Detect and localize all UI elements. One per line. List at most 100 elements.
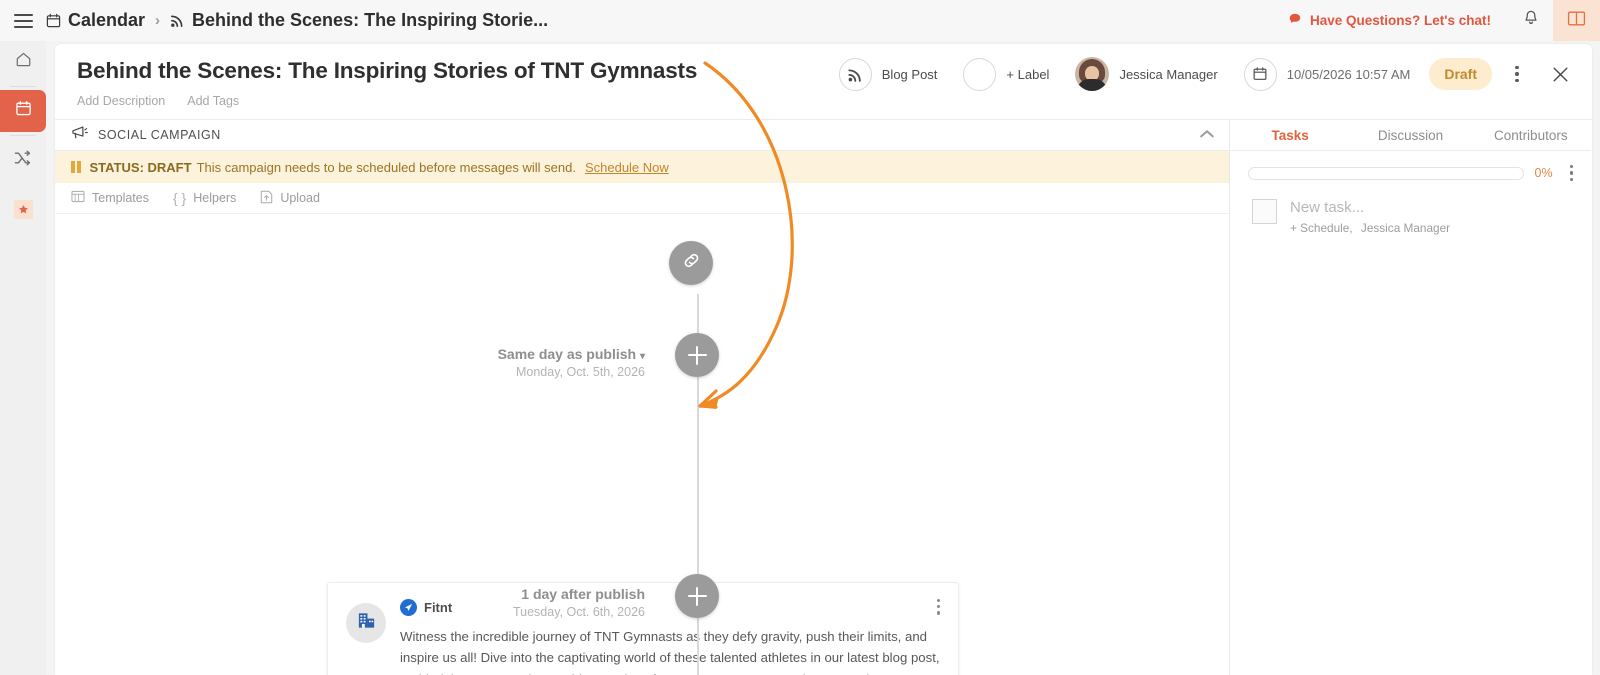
templates-button[interactable]: Templates bbox=[71, 190, 149, 206]
header-actions: Blog Post + Label Jessica Manager 1 bbox=[826, 56, 1578, 92]
knowledge-base-button[interactable] bbox=[1553, 0, 1600, 41]
chevron-up-icon[interactable] bbox=[1199, 126, 1215, 144]
timeline-label-1: Same day as publish ▾ Monday, Oct. 5th, … bbox=[355, 346, 645, 379]
link-icon bbox=[681, 250, 702, 276]
top-bar-actions: Have Questions? Let's chat! bbox=[1288, 0, 1600, 41]
bell-icon[interactable] bbox=[1509, 10, 1553, 32]
progress-bar bbox=[1248, 167, 1524, 180]
rail-divider bbox=[10, 135, 36, 136]
add-description-link[interactable]: Add Description bbox=[77, 94, 165, 108]
left-rail bbox=[0, 41, 46, 675]
book-open-icon bbox=[1567, 10, 1586, 32]
timeline-label-main[interactable]: Same day as publish ▾ bbox=[355, 346, 645, 362]
megaphone-icon bbox=[71, 125, 88, 145]
kebab-icon[interactable] bbox=[1564, 165, 1573, 181]
composer-toolbar: Templates { } Helpers Upload bbox=[55, 183, 1229, 214]
side-panel: Tasks Discussion Contributors 0% New tas… bbox=[1230, 120, 1591, 675]
top-bar: Calendar › Behind the Scenes: The Inspir… bbox=[0, 0, 1600, 41]
tab-discussion[interactable]: Discussion bbox=[1350, 128, 1470, 143]
calendar-icon bbox=[1244, 58, 1277, 91]
page-title: Behind the Scenes: The Inspiring Stories… bbox=[77, 58, 697, 84]
breadcrumb-separator: › bbox=[155, 12, 160, 29]
pause-icon bbox=[71, 161, 81, 173]
empty-circle-icon bbox=[963, 58, 996, 91]
helpers-label: Helpers bbox=[193, 191, 236, 205]
social-campaign-pane: SOCIAL CAMPAIGN STATUS: DRAFT This campa… bbox=[55, 120, 1230, 675]
kebab-icon[interactable] bbox=[1500, 57, 1534, 91]
chat-support-label: Have Questions? Let's chat! bbox=[1310, 13, 1491, 28]
helpers-button[interactable]: { } Helpers bbox=[173, 190, 236, 206]
breadcrumb: Calendar › Behind the Scenes: The Inspir… bbox=[46, 10, 548, 31]
add-message-button-2[interactable] bbox=[675, 574, 719, 618]
schedule-now-link[interactable]: Schedule Now bbox=[585, 160, 669, 175]
breadcrumb-item-post[interactable]: Behind the Scenes: The Inspiring Storie.… bbox=[170, 10, 548, 31]
close-icon[interactable] bbox=[1542, 56, 1578, 92]
timeline-label-text: 1 day after publish bbox=[521, 586, 645, 602]
rail-divider bbox=[10, 86, 36, 87]
status-banner-message: This campaign needs to be scheduled befo… bbox=[197, 160, 576, 175]
new-task-row: New task... + Schedule, Jessica Manager bbox=[1230, 181, 1591, 235]
task-assignee[interactable]: Jessica Manager bbox=[1361, 221, 1450, 235]
timeline-label-main[interactable]: 1 day after publish bbox=[355, 586, 645, 602]
chat-bubble-icon bbox=[1288, 12, 1302, 29]
plus-icon-vertical bbox=[696, 346, 699, 365]
breadcrumb-item-calendar[interactable]: Calendar bbox=[46, 10, 145, 31]
content-detail-card: Behind the Scenes: The Inspiring Stories… bbox=[55, 44, 1592, 675]
new-task-body: New task... + Schedule, Jessica Manager bbox=[1290, 199, 1450, 235]
publish-date: 10/05/2026 10:57 AM bbox=[1287, 67, 1411, 82]
timeline-label-2: 1 day after publish Tuesday, Oct. 6th, 2… bbox=[355, 586, 645, 619]
bookmark-star-icon bbox=[14, 200, 33, 219]
plus-icon-vertical bbox=[696, 587, 699, 606]
calendar-icon bbox=[46, 13, 61, 28]
status-banner-label: STATUS: DRAFT bbox=[90, 160, 192, 175]
status-banner: STATUS: DRAFT This campaign needs to be … bbox=[55, 151, 1229, 183]
content-type-chip[interactable]: Blog Post bbox=[826, 58, 951, 91]
sidebar-item-calendar[interactable] bbox=[0, 90, 46, 132]
progress-percent: 0% bbox=[1535, 166, 1553, 180]
breadcrumb-label-post: Behind the Scenes: The Inspiring Storie.… bbox=[192, 10, 548, 31]
new-task-meta: + Schedule, Jessica Manager bbox=[1290, 221, 1450, 235]
rss-icon bbox=[170, 13, 185, 28]
card-header: Behind the Scenes: The Inspiring Stories… bbox=[55, 44, 1592, 120]
timeline-label-text: Same day as publish bbox=[498, 346, 637, 362]
rss-icon bbox=[839, 58, 872, 91]
meta-links: Add Description Add Tags bbox=[77, 94, 239, 108]
content-type-label: Blog Post bbox=[882, 67, 938, 82]
templates-icon bbox=[71, 190, 85, 206]
tab-tasks[interactable]: Tasks bbox=[1230, 128, 1350, 143]
owner-chip[interactable]: Jessica Manager bbox=[1062, 57, 1230, 91]
add-tags-link[interactable]: Add Tags bbox=[187, 94, 239, 108]
templates-label: Templates bbox=[92, 191, 149, 205]
task-schedule-link[interactable]: + Schedule, bbox=[1290, 221, 1353, 235]
side-panel-tabs: Tasks Discussion Contributors bbox=[1230, 120, 1591, 151]
upload-label: Upload bbox=[280, 191, 320, 205]
shuffle-icon bbox=[14, 150, 32, 171]
social-campaign-header: SOCIAL CAMPAIGN bbox=[55, 120, 1229, 151]
add-label-text: + Label bbox=[1006, 67, 1049, 82]
sidebar-item-shuffle[interactable] bbox=[0, 139, 46, 181]
hamburger-icon[interactable] bbox=[0, 0, 46, 41]
owner-name: Jessica Manager bbox=[1119, 67, 1217, 82]
link-button[interactable] bbox=[669, 241, 713, 285]
sidebar-item-bookmark[interactable] bbox=[0, 188, 46, 230]
upload-button[interactable]: Upload bbox=[260, 190, 320, 207]
social-campaign-title: SOCIAL CAMPAIGN bbox=[98, 128, 221, 142]
task-progress-row: 0% bbox=[1230, 151, 1591, 181]
app-root: Calendar › Behind the Scenes: The Inspir… bbox=[0, 0, 1600, 675]
campaign-timeline: Same day as publish ▾ Monday, Oct. 5th, … bbox=[55, 214, 1229, 674]
kebab-icon[interactable] bbox=[933, 597, 944, 617]
avatar bbox=[1075, 57, 1109, 91]
tab-contributors[interactable]: Contributors bbox=[1471, 128, 1591, 143]
status-badge[interactable]: Draft bbox=[1429, 58, 1492, 90]
add-label-chip[interactable]: + Label bbox=[950, 58, 1062, 91]
chat-support-link[interactable]: Have Questions? Let's chat! bbox=[1288, 12, 1509, 29]
sidebar-item-home[interactable] bbox=[0, 41, 46, 83]
add-message-button-1[interactable] bbox=[675, 333, 719, 377]
new-task-input[interactable]: New task... bbox=[1290, 199, 1450, 216]
checkbox-empty-icon[interactable] bbox=[1252, 199, 1277, 224]
breadcrumb-label-calendar: Calendar bbox=[68, 10, 145, 31]
message-text[interactable]: Witness the incredible journey of TNT Gy… bbox=[400, 626, 940, 675]
publish-date-chip[interactable]: 10/05/2026 10:57 AM bbox=[1231, 58, 1424, 91]
upload-icon bbox=[260, 190, 273, 207]
message-body: Witness the incredible journey of TNT Gy… bbox=[400, 629, 940, 675]
